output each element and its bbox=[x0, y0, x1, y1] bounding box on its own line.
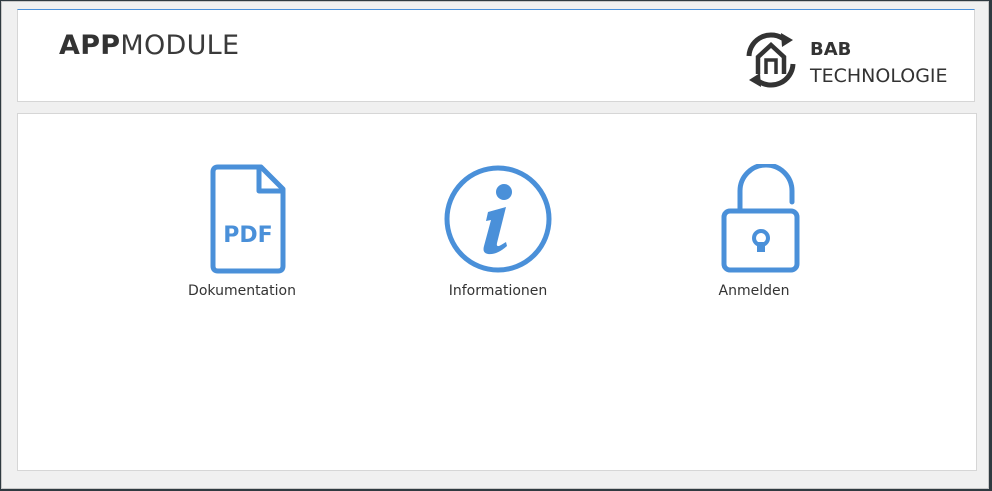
app-title-light: MODULE bbox=[120, 30, 240, 61]
info-circle-icon bbox=[444, 165, 552, 273]
bab-technologie-logo: BAB TECHNOLOGIE bbox=[741, 30, 961, 90]
unlocked-padlock-icon bbox=[721, 164, 800, 273]
logo-text-technologie: TECHNOLOGIE bbox=[810, 65, 948, 87]
app-title: APPMODULE bbox=[59, 30, 239, 61]
tile-label-informationen: Informationen bbox=[448, 283, 548, 299]
app-window: APPMODULE BAB TECHNOLOGIE PDF Dokumentat… bbox=[1, 1, 989, 489]
app-title-bold: APP bbox=[59, 30, 121, 61]
tile-label-anmelden: Anmelden bbox=[718, 283, 790, 299]
tile-informationen[interactable]: Informationen bbox=[418, 164, 578, 299]
house-refresh-icon bbox=[746, 32, 796, 88]
pdf-icon-text: PDF bbox=[223, 223, 272, 248]
logo-text-bab: BAB bbox=[810, 39, 852, 60]
pdf-document-icon: PDF bbox=[210, 164, 286, 274]
header: APPMODULE BAB TECHNOLOGIE bbox=[17, 9, 975, 102]
tile-dokumentation[interactable]: PDF Dokumentation bbox=[162, 164, 322, 299]
tile-label-dokumentation: Dokumentation bbox=[188, 283, 296, 299]
tile-anmelden[interactable]: Anmelden bbox=[674, 164, 834, 299]
main-panel: PDF Dokumentation Informationen Anmelden bbox=[17, 113, 977, 471]
